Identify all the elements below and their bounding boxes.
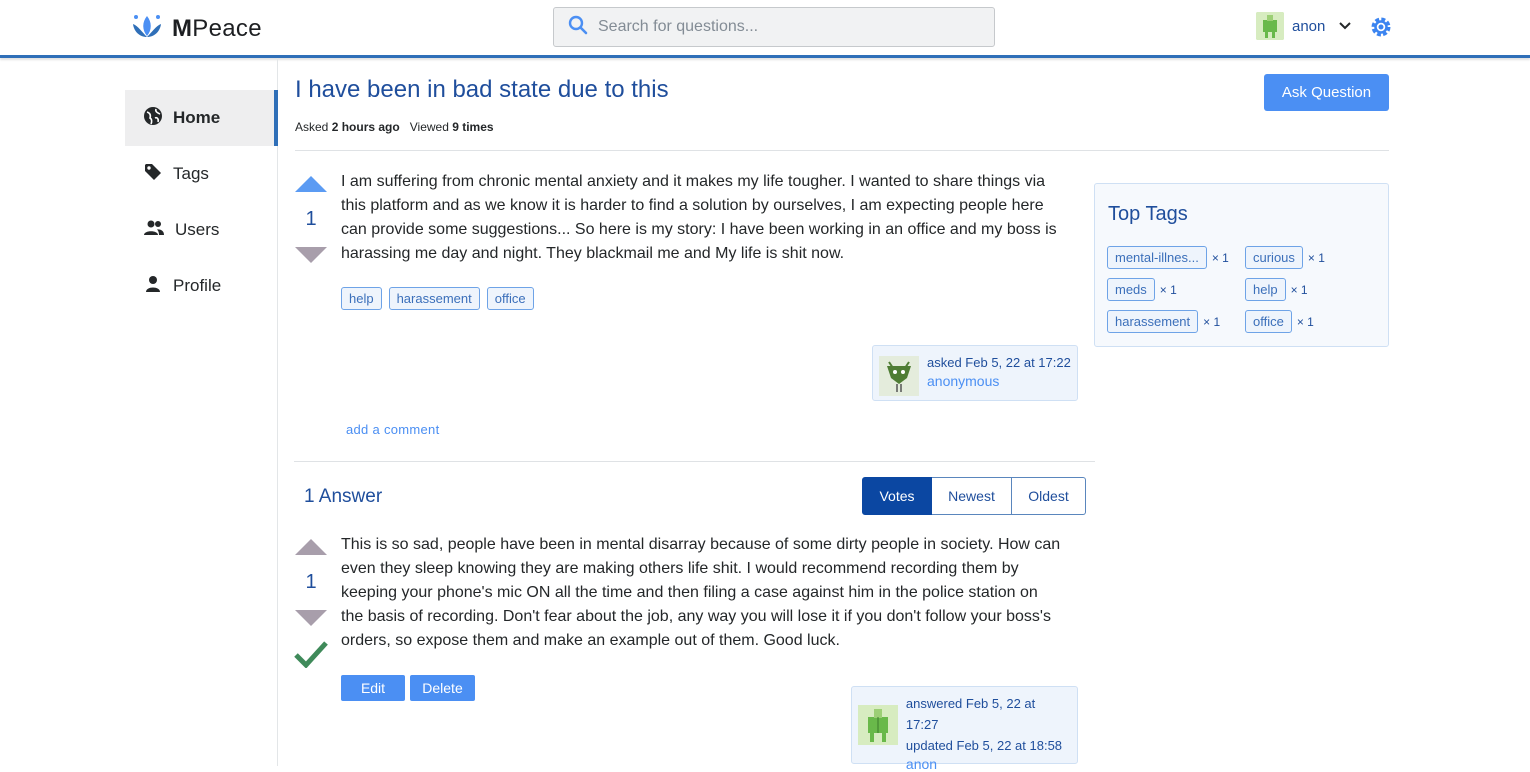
sidebar-item-home[interactable]: Home	[125, 90, 278, 146]
top-tag-item: meds × 1	[1107, 278, 1177, 301]
divider	[295, 150, 1389, 151]
tag-icon	[143, 162, 163, 187]
person-icon	[143, 274, 163, 299]
lotus-logo-icon	[130, 12, 164, 45]
ask-question-button[interactable]: Ask Question	[1264, 74, 1389, 111]
top-tags-title: Top Tags	[1108, 203, 1188, 225]
sidebar-item-label: Users	[175, 220, 220, 239]
globe-icon	[143, 106, 163, 131]
top-tag-item: curious × 1	[1245, 246, 1325, 269]
asked-timestamp: asked Feb 5, 22 at 17:22	[927, 355, 1071, 370]
tag-count: × 1	[1159, 282, 1177, 297]
tag-chip[interactable]: curious	[1245, 246, 1303, 269]
accepted-check-icon[interactable]	[294, 640, 328, 673]
vote-count: 1	[305, 571, 317, 593]
sort-newest-button[interactable]: Newest	[932, 477, 1012, 515]
sidebar-item-tags[interactable]: Tags	[125, 146, 278, 202]
tag-chip[interactable]: harassement	[1107, 310, 1199, 333]
sort-oldest-button[interactable]: Oldest	[1012, 477, 1086, 515]
top-tag-item: help × 1	[1245, 278, 1308, 301]
sidebar-item-profile[interactable]: Profile	[125, 258, 278, 314]
divider	[294, 461, 1095, 462]
search-bar[interactable]	[553, 7, 995, 47]
tag-chip[interactable]: harassement	[388, 287, 480, 310]
question-vote-panel: 1	[294, 176, 328, 263]
sort-votes-button[interactable]: Votes	[862, 477, 932, 515]
sidebar-item-users[interactable]: Users	[125, 202, 278, 258]
author-avatar[interactable]	[858, 705, 898, 745]
top-tag-item: harassement × 1	[1107, 310, 1220, 333]
logo[interactable]: MPeace	[130, 12, 262, 45]
top-tag-item: mental-illnes... × 1	[1107, 246, 1229, 269]
tag-count: × 1	[1296, 314, 1314, 329]
author-avatar[interactable]	[879, 356, 919, 396]
author-name[interactable]: anon	[906, 756, 1071, 772]
upvote-arrow-icon[interactable]	[295, 539, 327, 555]
add-comment-link[interactable]: add a comment	[346, 422, 440, 437]
user-menu[interactable]: anon	[1256, 12, 1352, 40]
users-icon	[143, 220, 165, 241]
question-author-card: asked Feb 5, 22 at 17:22 anonymous	[872, 345, 1078, 401]
answer-body: This is so sad, people have been in ment…	[341, 536, 1061, 649]
tag-chip[interactable]: help	[341, 287, 382, 310]
sidebar-item-label: Tags	[173, 164, 209, 183]
sidebar-nav: Home Tags Users Profile	[125, 58, 278, 766]
search-input[interactable]	[598, 18, 978, 36]
user-avatar	[1256, 12, 1284, 40]
downvote-arrow-icon[interactable]	[295, 610, 327, 626]
answer-author-card: answered Feb 5, 22 at 17:27 updated Feb …	[851, 686, 1078, 772]
updated-timestamp: updated Feb 5, 22 at 18:58	[905, 738, 1063, 753]
author-name[interactable]: anonymous	[927, 373, 1071, 389]
tag-count: × 1	[1290, 282, 1308, 297]
answers-count-heading: 1 Answer	[304, 486, 383, 507]
tag-chip[interactable]: help	[1245, 278, 1286, 301]
tag-chip[interactable]: office	[486, 287, 534, 310]
downvote-arrow-icon[interactable]	[295, 247, 327, 263]
tag-count: × 1	[1211, 250, 1229, 265]
settings-gear-icon[interactable]	[1369, 15, 1393, 44]
username: anon	[1292, 17, 1326, 35]
upvote-arrow-icon[interactable]	[295, 176, 327, 192]
sidebar-item-label: Profile	[173, 276, 222, 295]
chevron-down-icon[interactable]	[1339, 17, 1352, 35]
tag-chip[interactable]: meds	[1107, 278, 1155, 301]
answer-sort-toggle: Votes Newest Oldest	[862, 477, 1086, 515]
vote-count: 1	[305, 208, 317, 230]
delete-answer-button[interactable]: Delete	[410, 675, 475, 701]
sidebar-item-label: Home	[173, 108, 221, 127]
top-bar: MPeace anon	[0, 0, 1530, 58]
answered-timestamp: answered Feb 5, 22 at 17:27	[905, 696, 1036, 732]
tag-chip[interactable]: office	[1245, 310, 1292, 333]
question-tags: help harassement office	[341, 287, 534, 310]
tag-chip[interactable]: mental-illnes...	[1107, 246, 1207, 269]
question-title[interactable]: I have been in bad state due to this	[295, 76, 669, 104]
search-icon	[568, 15, 588, 40]
question-body: I am suffering from chronic mental anxie…	[341, 173, 1057, 262]
brand-name: MPeace	[172, 14, 262, 42]
top-tags-panel: Top Tags mental-illnes... × 1 curious × …	[1094, 183, 1389, 347]
answer-vote-panel: 1	[294, 539, 328, 673]
question-meta: Asked 2 hours ago Viewed 9 times	[295, 120, 494, 134]
tag-count: × 1	[1203, 314, 1221, 329]
edit-answer-button[interactable]: Edit	[341, 675, 405, 701]
top-tag-item: office × 1	[1245, 310, 1314, 333]
tag-count: × 1	[1307, 250, 1325, 265]
